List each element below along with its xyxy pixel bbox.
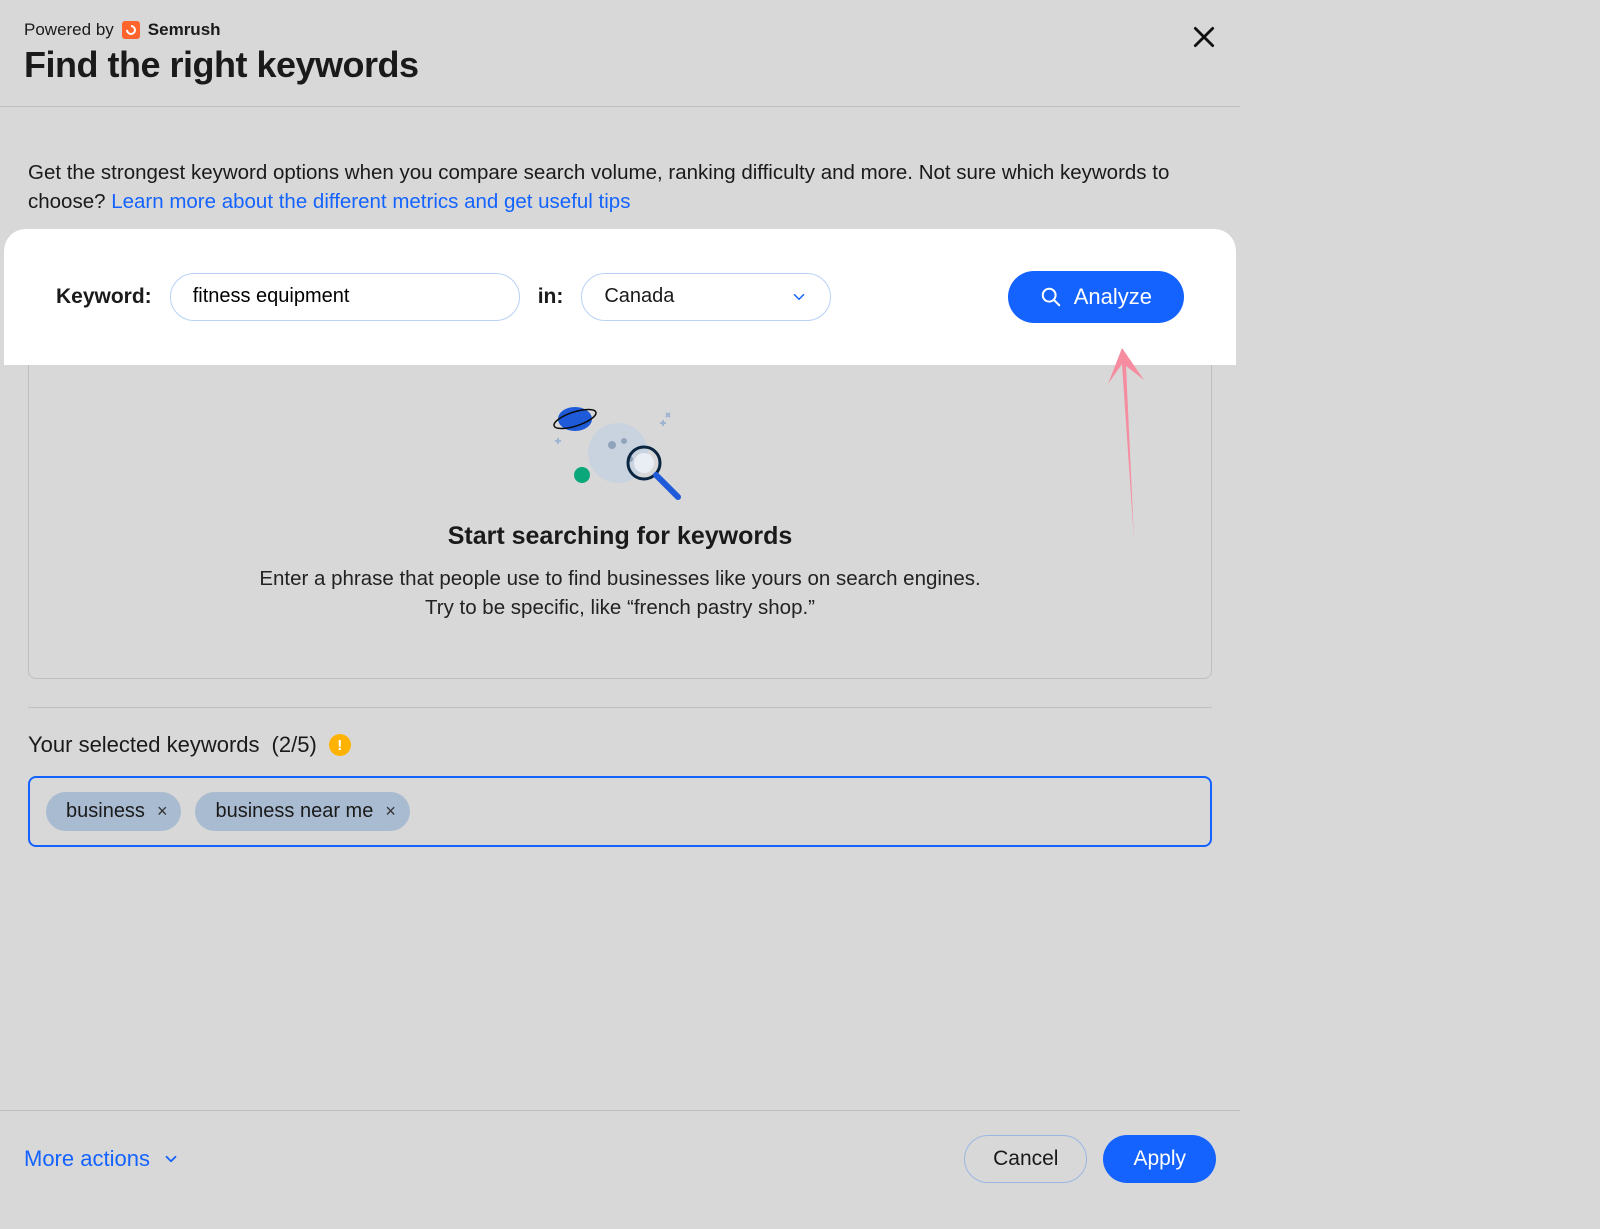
modal-body: Get the strongest keyword options when y… xyxy=(0,107,1240,847)
empty-state-title: Start searching for keywords xyxy=(57,522,1183,551)
remove-chip-icon[interactable]: × xyxy=(157,801,168,822)
powered-by-label: Powered by xyxy=(24,20,114,40)
divider xyxy=(28,707,1212,708)
semrush-logo-icon xyxy=(122,21,140,39)
keyword-chip-label: business xyxy=(66,800,145,823)
modal-footer: More actions Cancel Apply xyxy=(0,1110,1240,1229)
brand-name: Semrush xyxy=(148,20,221,40)
modal-header: Powered by Semrush Find the right keywor… xyxy=(0,0,1240,107)
keyword-modal: Powered by Semrush Find the right keywor… xyxy=(0,0,1240,1229)
analyze-button[interactable]: Analyze xyxy=(1008,271,1184,323)
keyword-chip-label: business near me xyxy=(215,800,373,823)
in-label: in: xyxy=(538,285,564,309)
warning-icon: ! xyxy=(329,734,351,756)
cancel-button[interactable]: Cancel xyxy=(964,1135,1087,1183)
chevron-down-icon xyxy=(790,288,808,306)
learn-more-link[interactable]: Learn more about the different metrics a… xyxy=(111,190,630,213)
empty-state-card: Start searching for keywords Enter a phr… xyxy=(28,365,1212,679)
powered-by-row: Powered by Semrush xyxy=(24,20,1216,40)
close-button[interactable] xyxy=(1188,22,1220,54)
keyword-chip: business × xyxy=(46,792,181,831)
apply-button[interactable]: Apply xyxy=(1103,1135,1216,1183)
intro-text: Get the strongest keyword options when y… xyxy=(28,158,1212,217)
country-select[interactable]: Canada xyxy=(581,273,831,321)
chevron-down-icon xyxy=(162,1150,180,1168)
search-icon xyxy=(1040,286,1062,308)
close-icon xyxy=(1191,24,1217,50)
empty-state-line1: Enter a phrase that people use to find b… xyxy=(259,567,980,590)
selected-keywords-input[interactable]: business × business near me × xyxy=(28,776,1212,847)
keyword-input[interactable] xyxy=(170,273,520,321)
analyze-button-label: Analyze xyxy=(1074,284,1152,310)
more-actions-label: More actions xyxy=(24,1146,150,1172)
country-selected-value: Canada xyxy=(604,285,674,308)
page-title: Find the right keywords xyxy=(24,44,1216,86)
selected-keywords-label: Your selected keywords xyxy=(28,732,260,758)
empty-state-line2: Try to be specific, like “french pastry … xyxy=(425,596,815,619)
keyword-chip: business near me × xyxy=(195,792,409,831)
keyword-label: Keyword: xyxy=(56,285,152,309)
empty-state-text: Enter a phrase that people use to find b… xyxy=(210,565,1030,622)
more-actions-menu[interactable]: More actions xyxy=(24,1146,180,1172)
search-illustration-icon xyxy=(540,405,700,505)
selected-keywords-header: Your selected keywords (2/5) ! xyxy=(28,732,1212,758)
keyword-search-bar: Keyword: in: Canada Analyze xyxy=(16,241,1224,353)
selected-keywords-count: (2/5) xyxy=(272,732,317,758)
remove-chip-icon[interactable]: × xyxy=(385,801,396,822)
